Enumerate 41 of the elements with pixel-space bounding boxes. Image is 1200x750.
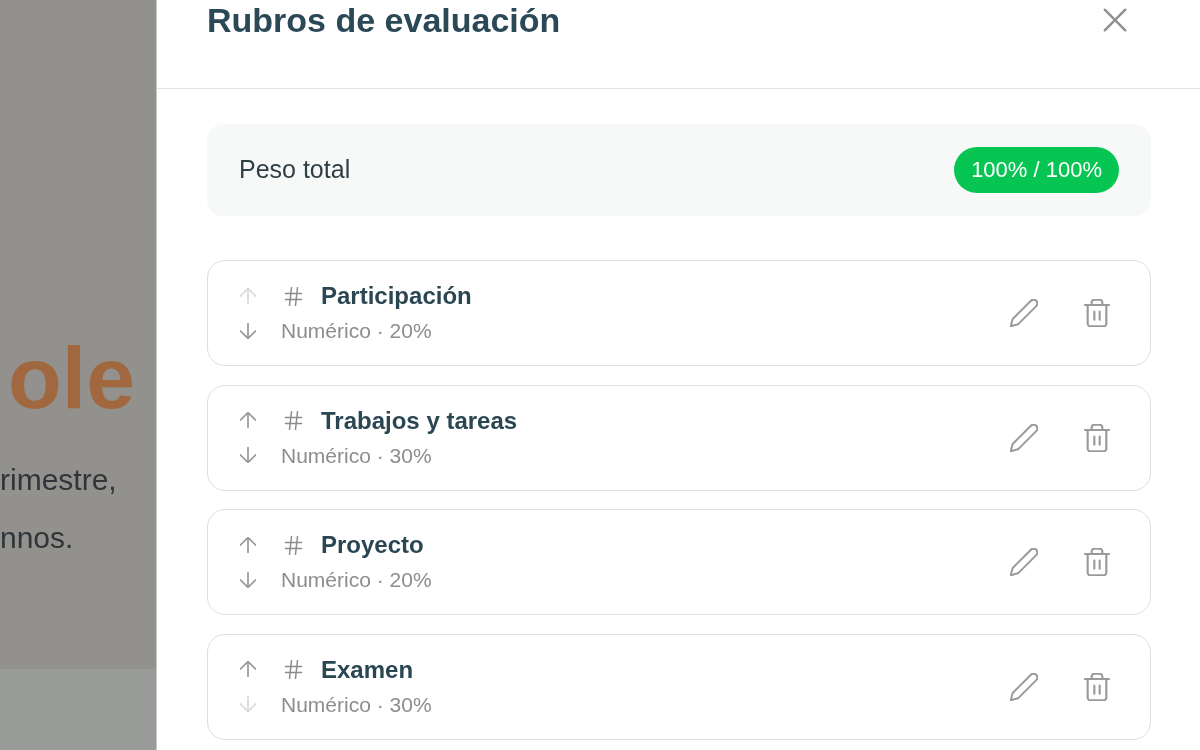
total-weight-label: Peso total: [239, 154, 351, 186]
page-heading: ole: [8, 334, 136, 422]
pencil-icon: [1010, 423, 1038, 452]
arrow-down-icon: [240, 571, 256, 588]
trash-icon: [1084, 423, 1110, 452]
arrow-up-icon: [240, 412, 256, 429]
rubric-name: Trabajos y tareas: [321, 405, 518, 436]
move-down-button[interactable]: [239, 446, 257, 465]
rubric-name: Examen: [321, 654, 414, 685]
hash-icon: [284, 660, 303, 680]
arrow-up-icon: [240, 536, 256, 553]
hash-icon: [284, 411, 303, 431]
trash-icon: [1084, 299, 1110, 327]
total-weight-badge: 100% / 100%: [954, 147, 1119, 193]
hash-icon: [284, 286, 303, 306]
arrow-down-icon: [240, 322, 256, 339]
pencil-icon: [1010, 672, 1038, 701]
close-icon: [1103, 8, 1127, 32]
trash-icon: [1084, 548, 1110, 577]
arrow-down-icon: [240, 447, 256, 464]
pencil-icon: [1010, 299, 1038, 327]
rubric-type-weight: Numérico · 30%: [281, 442, 433, 469]
page-paragraph-line: nnos.: [0, 520, 74, 556]
arrow-up-icon: [240, 661, 256, 678]
rubric-type-weight: Numérico · 20%: [281, 318, 433, 344]
pencil-icon: [1010, 548, 1038, 577]
rubric-type-weight: Numérico · 30%: [281, 691, 432, 718]
panel-title: Rubros de evaluación: [207, 0, 561, 40]
trash-icon: [1084, 672, 1110, 701]
rubric-name: Proyecto: [321, 530, 424, 561]
arrow-down-icon: [240, 696, 256, 713]
move-up-button[interactable]: [239, 660, 257, 679]
move-up-button[interactable]: [239, 535, 257, 554]
page-paragraph-line: rimestre,: [0, 462, 117, 498]
arrow-up-icon: [240, 287, 256, 304]
rubric-type-weight: Numérico · 20%: [281, 567, 432, 594]
move-up-button[interactable]: [239, 411, 257, 430]
move-down-button[interactable]: [239, 570, 257, 589]
move-down-button[interactable]: [239, 321, 257, 340]
hash-icon: [284, 535, 303, 555]
rubric-name: Participación: [321, 281, 472, 311]
